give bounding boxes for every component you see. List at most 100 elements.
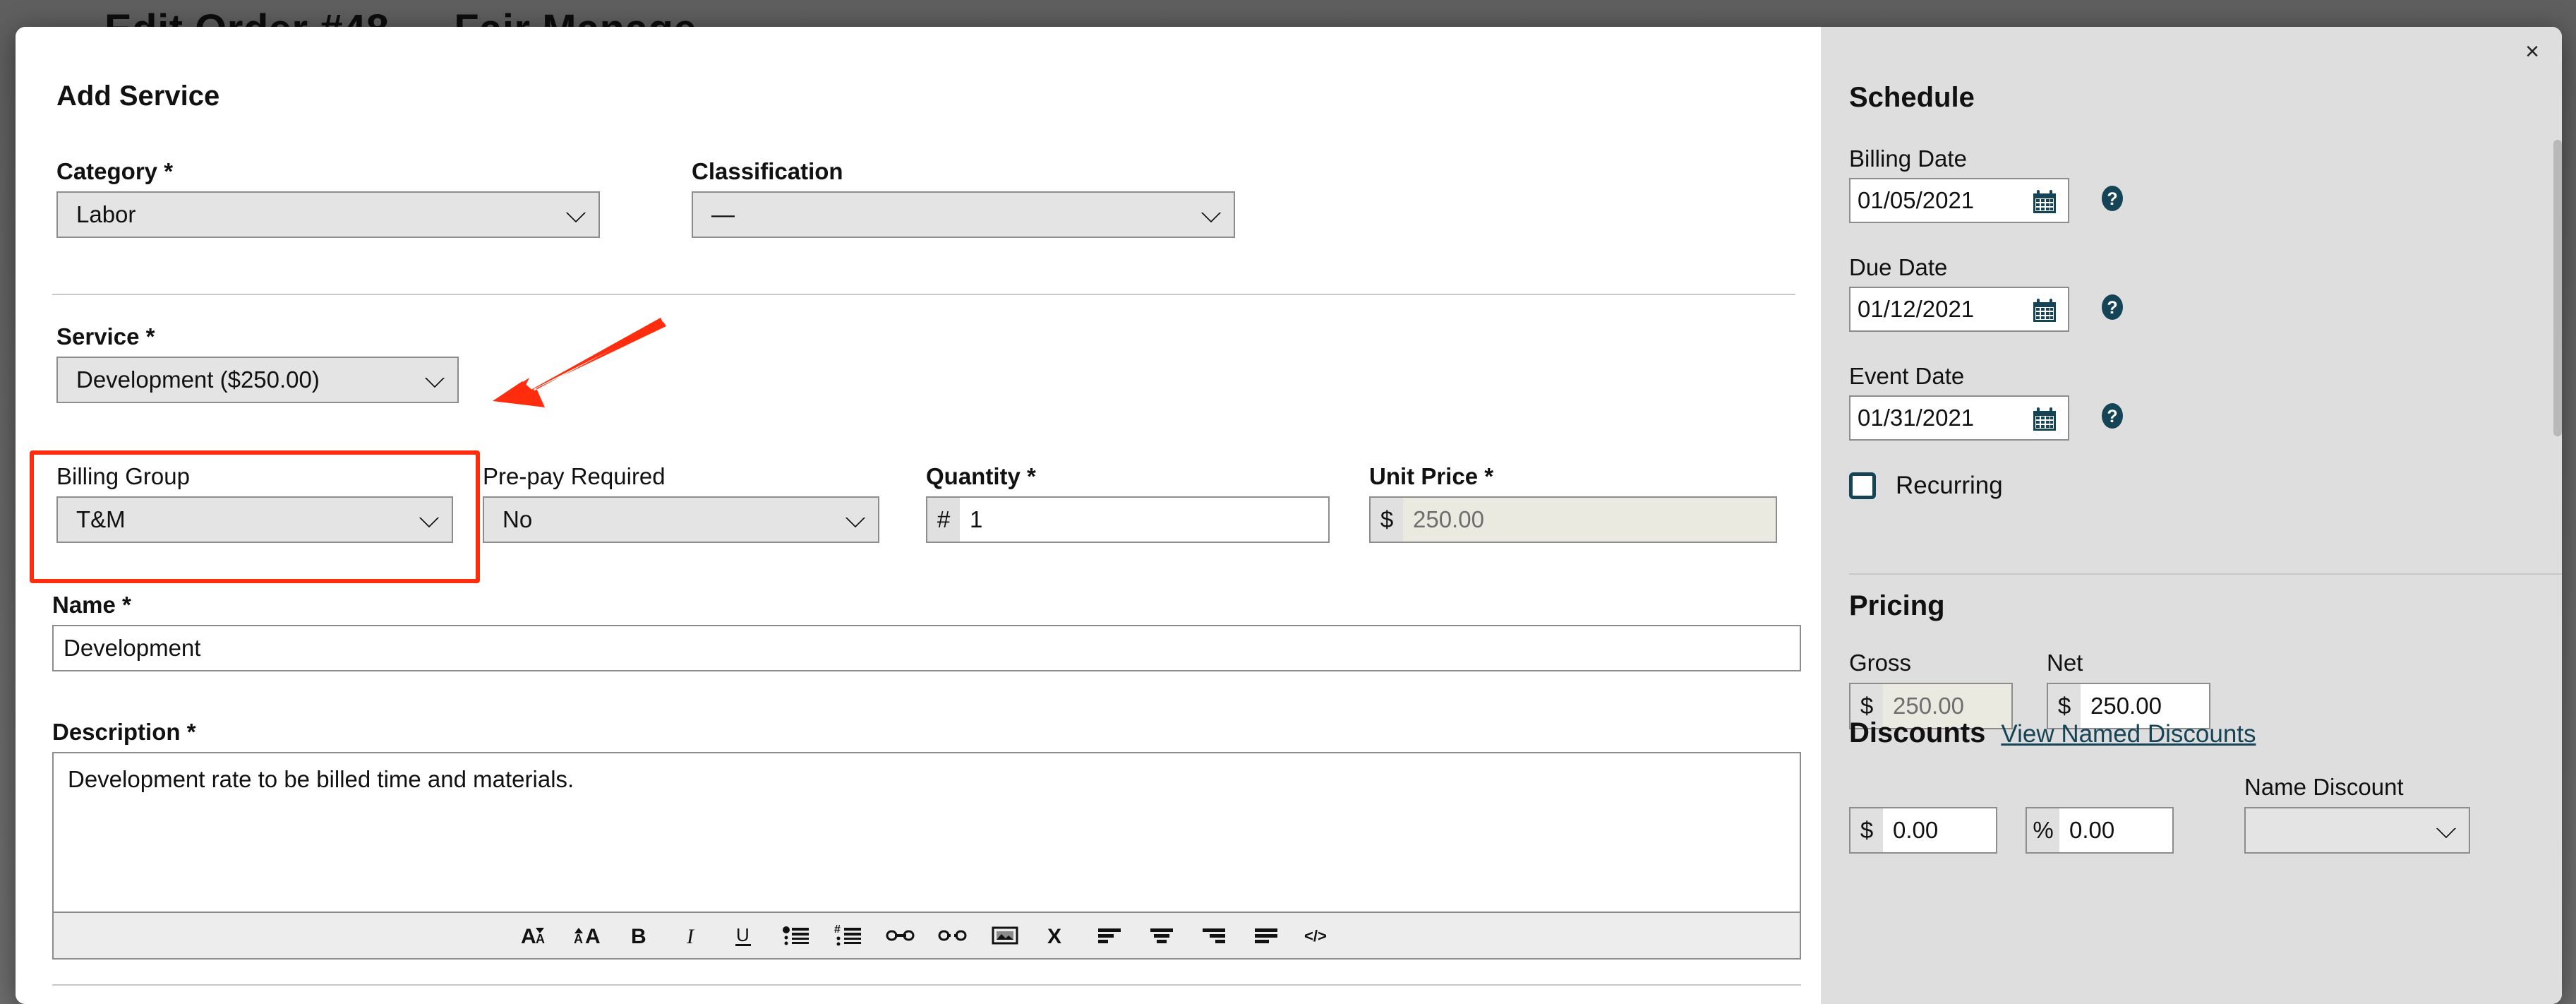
billing-group-label: Billing Group <box>56 463 190 489</box>
modal-right-pane: × Schedule Billing Date 01/05/2021 ? Due… <box>1821 27 2562 1004</box>
category-label: Category * <box>56 158 174 184</box>
help-icon[interactable]: ? <box>2097 184 2127 217</box>
underline-icon[interactable]: U <box>728 920 759 951</box>
svg-text:X: X <box>1047 925 1061 948</box>
modal-left-pane: Add Service Category * Labor Classificat… <box>16 27 1821 1004</box>
pricing-section-title: Pricing <box>1849 590 1945 621</box>
recurring-checkbox-row[interactable]: Recurring <box>1849 472 2003 500</box>
svg-text:U: U <box>736 924 750 945</box>
view-named-discounts-link[interactable]: View Named Discounts <box>2001 720 2256 748</box>
billing-date-field: Billing Date 01/05/2021 ? <box>1849 145 2127 223</box>
svg-text:</>: </> <box>1304 927 1327 945</box>
svg-text:?: ? <box>2107 407 2117 426</box>
discount-amount-input-group: $ <box>1849 806 1997 854</box>
discount-amount-currency-addon: $ <box>1849 806 1883 854</box>
quantity-unit-addon: # <box>926 496 960 543</box>
description-label: Description * <box>52 719 196 745</box>
classification-label: Classification <box>692 158 843 184</box>
service-label: Service * <box>56 323 155 349</box>
calendar-icon[interactable] <box>2031 297 2058 328</box>
calendar-icon[interactable] <box>2031 189 2058 219</box>
billing-date-input[interactable] <box>1850 179 2014 222</box>
service-select[interactable]: Development ($250.00) <box>56 356 459 403</box>
unit-price-currency-addon: $ <box>1369 496 1403 543</box>
bold-icon[interactable]: B <box>624 920 655 951</box>
unit-price-input-group: $ <box>1369 496 1777 543</box>
event-date-input[interactable] <box>1850 396 2014 439</box>
svg-text:?: ? <box>2107 189 2117 209</box>
billing-group-field: Billing Group T&M <box>56 463 453 543</box>
prepay-required-select[interactable]: No <box>483 496 879 543</box>
source-code-icon[interactable]: </> <box>1303 920 1334 951</box>
increase-font-size-icon[interactable]: AA <box>572 920 603 951</box>
billing-date-label: Billing Date <box>1849 145 1967 172</box>
insert-image-icon[interactable] <box>989 920 1021 951</box>
quantity-field: Quantity * # <box>926 463 1330 543</box>
category-field: Category * Labor <box>56 158 600 238</box>
unit-price-input[interactable] <box>1403 496 1777 543</box>
modal-title: Add Service <box>56 80 220 112</box>
discount-percent-field: % <box>2026 806 2174 854</box>
service-detail-row: Billing Group T&M Pre-pay Required No Qu… <box>56 463 1777 543</box>
section-divider-3 <box>1849 573 2562 575</box>
due-date-label: Due Date <box>1849 254 1948 280</box>
description-richtext-editor[interactable]: Development rate to be billed time and m… <box>52 751 1801 913</box>
svg-text:A: A <box>521 925 536 948</box>
svg-text:#: # <box>834 924 841 936</box>
service-field: Service * Development ($250.00) <box>56 323 459 403</box>
numbered-list-icon[interactable]: # <box>833 920 864 951</box>
quantity-input[interactable] <box>960 496 1330 543</box>
gross-label: Gross <box>1849 650 1912 676</box>
event-date-label: Event Date <box>1849 363 1965 389</box>
calendar-icon[interactable] <box>2031 406 2058 436</box>
svg-text:A: A <box>585 925 601 948</box>
vertical-scrollbar-thumb[interactable] <box>2553 140 2562 436</box>
billing-date-row: ? <box>1849 177 2127 223</box>
billing-date-input-wrap <box>1849 177 2069 223</box>
name-input[interactable] <box>52 624 1801 671</box>
name-label: Name * <box>52 592 131 618</box>
discount-percent-input[interactable] <box>2059 806 2174 854</box>
svg-text:?: ? <box>2107 298 2117 318</box>
due-date-input[interactable] <box>1850 287 2014 330</box>
recurring-label: Recurring <box>1896 472 2003 499</box>
bulleted-list-icon[interactable] <box>781 920 812 951</box>
align-left-icon[interactable] <box>1094 920 1125 951</box>
classification-field: Classification — <box>692 158 1235 238</box>
discounts-header: Discounts View Named Discounts <box>1849 717 2256 749</box>
section-divider-2 <box>52 984 1801 986</box>
description-field: Description * Development rate to be bil… <box>52 719 1801 960</box>
prepay-required-field: Pre-pay Required No <box>483 463 879 543</box>
remove-format-icon[interactable]: X <box>1042 920 1073 951</box>
add-service-modal: Add Service Category * Labor Classificat… <box>16 27 2562 1004</box>
close-icon[interactable]: × <box>2525 40 2539 64</box>
help-icon[interactable]: ? <box>2097 401 2127 434</box>
schedule-section-title: Schedule <box>1849 82 1975 113</box>
remove-link-icon[interactable] <box>937 920 968 951</box>
help-icon[interactable]: ? <box>2097 292 2127 325</box>
prepay-required-label: Pre-pay Required <box>483 463 666 489</box>
decrease-font-size-icon[interactable]: AA <box>519 920 550 951</box>
unit-price-label: Unit Price * <box>1369 463 1494 489</box>
billing-group-select[interactable]: T&M <box>56 496 453 543</box>
svg-text:A: A <box>574 932 583 946</box>
quantity-input-group: # <box>926 496 1330 543</box>
align-justify-icon[interactable] <box>1251 920 1282 951</box>
discount-amount-input[interactable] <box>1883 806 1997 854</box>
recurring-checkbox[interactable] <box>1849 472 1876 499</box>
due-date-field: Due Date 01/12/2021 ? <box>1849 254 2127 332</box>
event-date-input-wrap <box>1849 395 2069 441</box>
description-editor-toolbar: AA AA B I U # X </> <box>52 912 1801 960</box>
italic-icon[interactable]: I <box>676 920 707 951</box>
section-divider-1 <box>52 294 1795 295</box>
discount-percent-input-group: % <box>2026 806 2174 854</box>
svg-text:I: I <box>686 925 695 948</box>
align-right-icon[interactable] <box>1198 920 1229 951</box>
svg-text:B: B <box>631 925 646 948</box>
insert-link-icon[interactable] <box>885 920 916 951</box>
align-center-icon[interactable] <box>1146 920 1177 951</box>
classification-select[interactable]: — <box>692 191 1235 238</box>
svg-text:A: A <box>536 932 545 946</box>
name-discount-select[interactable] <box>2244 806 2470 854</box>
category-select[interactable]: Labor <box>56 191 600 238</box>
